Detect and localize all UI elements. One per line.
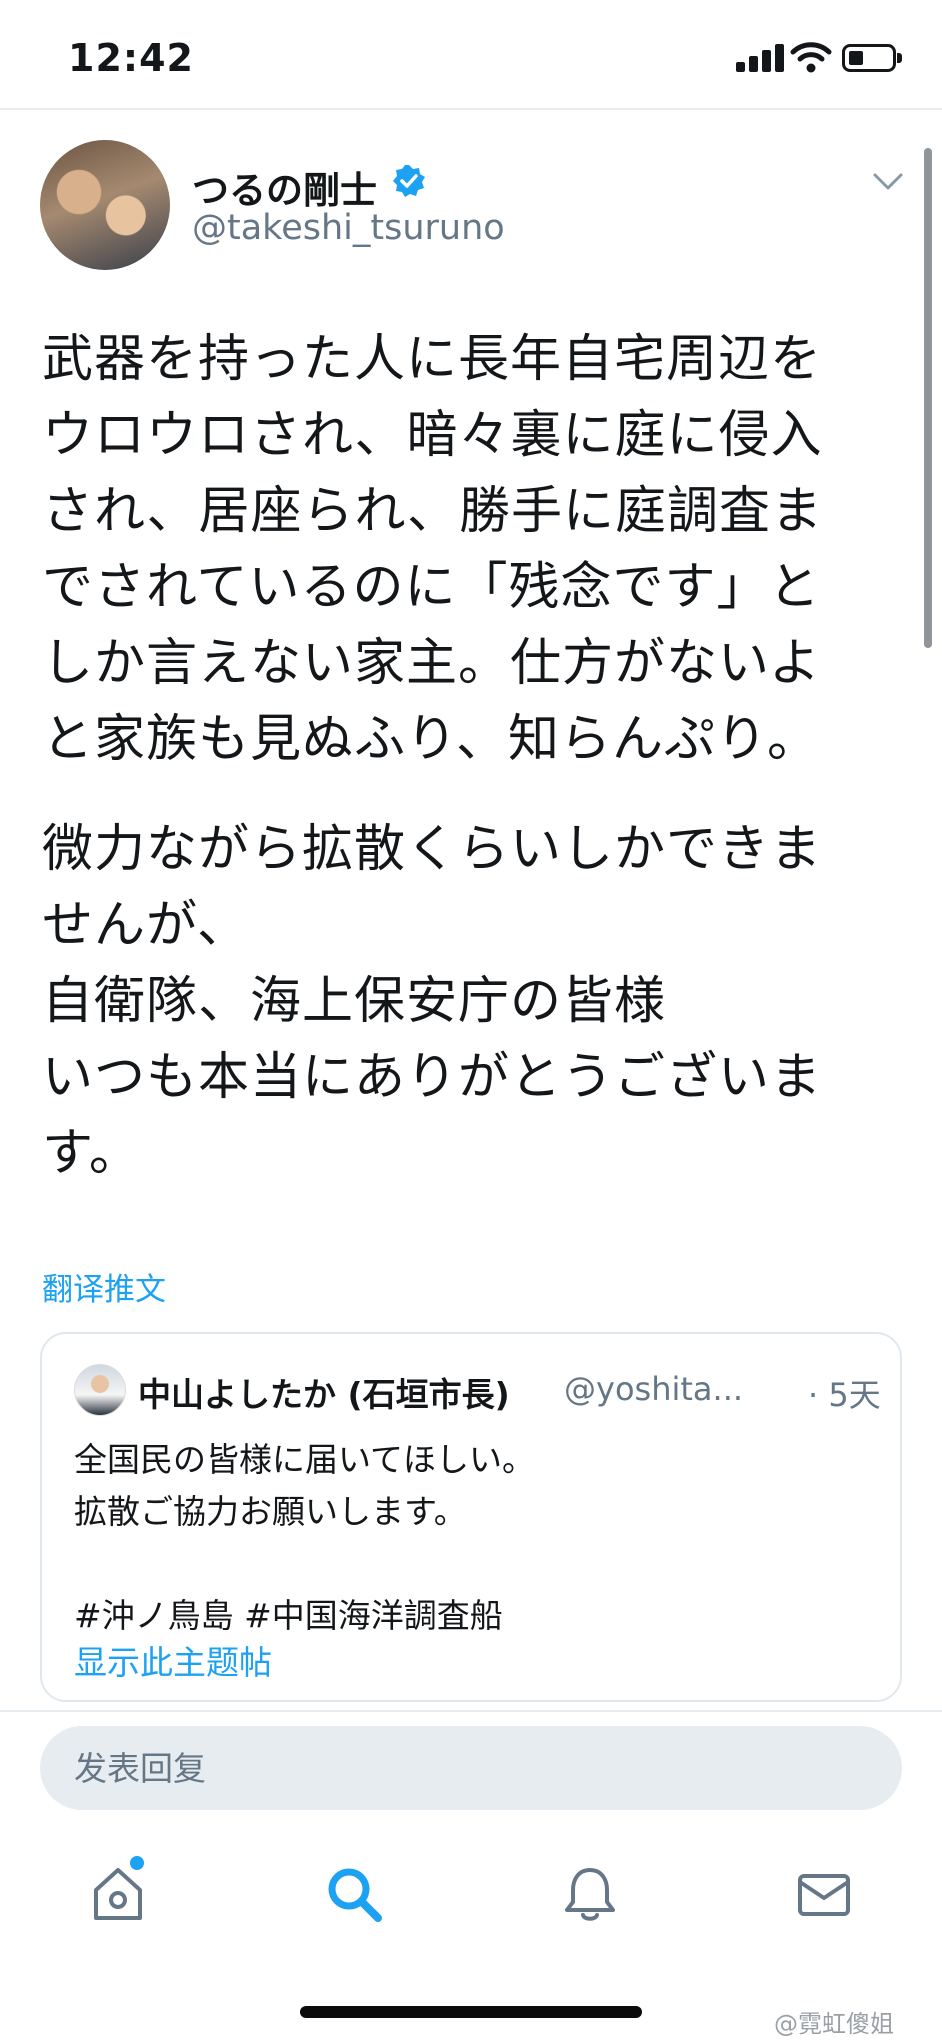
tweet-line: 武器を持った人に長年自宅周辺を xyxy=(42,330,823,389)
quoted-hashtags[interactable]: #沖ノ鳥島 #中国海洋調査船 xyxy=(74,1590,535,1642)
author-name[interactable]: つるの剛士 xyxy=(192,160,377,214)
chevron-down-icon[interactable] xyxy=(872,170,904,194)
wifi-icon xyxy=(790,42,832,73)
reply-input[interactable] xyxy=(40,1726,902,1810)
quoted-tweet-text: 全国民の皆様に届いてほしい。 拡散ご協力お願いします。 #沖ノ鳥島 #中国海洋調… xyxy=(74,1434,535,1642)
tweet-line: と家族も見ぬふり、知らんぷり。 xyxy=(42,710,819,769)
quoted-author-name: 中山よしたか (石垣市長) xyxy=(138,1375,510,1414)
author-avatar[interactable] xyxy=(40,140,170,270)
mail-icon[interactable] xyxy=(792,1862,856,1926)
home-icon[interactable] xyxy=(86,1862,150,1926)
tweet-paragraph-2: 微力ながら拡散くらいしかできま せんが、 自衛隊、海上保安庁の皆様 いつも本当に… xyxy=(42,812,902,1192)
tweet-line: でされているのに「残念です」と xyxy=(42,558,821,617)
author-handle[interactable]: @takeshi_tsuruno xyxy=(192,208,505,248)
quoted-author-handle: @yoshita... xyxy=(564,1370,744,1408)
tweet-line: ウロウロされ、暗々裏に庭に侵入 xyxy=(42,406,823,465)
new-content-dot xyxy=(130,1856,144,1870)
divider xyxy=(0,1710,942,1712)
quoted-line xyxy=(74,1538,535,1590)
tweet-line: され、居座られ、勝手に庭調査ま xyxy=(42,482,824,541)
home-indicator[interactable] xyxy=(300,2006,642,2018)
translate-tweet-link[interactable]: 翻译推文 xyxy=(42,1264,166,1309)
tweet-line: せんが、 xyxy=(42,896,249,955)
status-time: 12:42 xyxy=(68,36,194,80)
tweet-line: いつも本当にありがとうございま xyxy=(42,1048,823,1107)
tweet-line: 自衛隊、海上保安庁の皆様 xyxy=(42,972,667,1031)
quoted-tweet-card[interactable]: 中山よしたか (石垣市長) @yoshita... · 5天 全国民の皆様に届い… xyxy=(40,1332,902,1702)
quoted-line: 全国民の皆様に届いてほしい。 xyxy=(74,1440,536,1479)
scrollbar[interactable] xyxy=(924,148,932,648)
cellular-signal-icon xyxy=(736,44,784,72)
quoted-line: 拡散ご協力お願いします。 xyxy=(74,1492,467,1531)
bell-icon[interactable] xyxy=(558,1862,622,1926)
status-bar: 12:42 xyxy=(0,0,942,110)
verified-badge-icon xyxy=(393,165,425,197)
battery-icon xyxy=(842,44,902,72)
tweet-line: しか言えない家主。仕方がないよ xyxy=(42,634,821,693)
tweet-line: 微力ながら拡散くらいしかできま xyxy=(42,820,823,879)
watermark: @霓虹傻姐 xyxy=(774,2010,894,2038)
show-thread-link[interactable]: 显示此主题帖 xyxy=(74,1636,272,1684)
tweet-line: す。 xyxy=(42,1124,141,1183)
search-icon[interactable] xyxy=(322,1862,386,1926)
quoted-tweet-time: · 5天 xyxy=(808,1376,881,1414)
tweet-paragraph-1: 武器を持った人に長年自宅周辺を ウロウロされ、暗々裏に庭に侵入 され、居座られ、… xyxy=(42,322,902,778)
quoted-author-avatar xyxy=(74,1364,126,1416)
